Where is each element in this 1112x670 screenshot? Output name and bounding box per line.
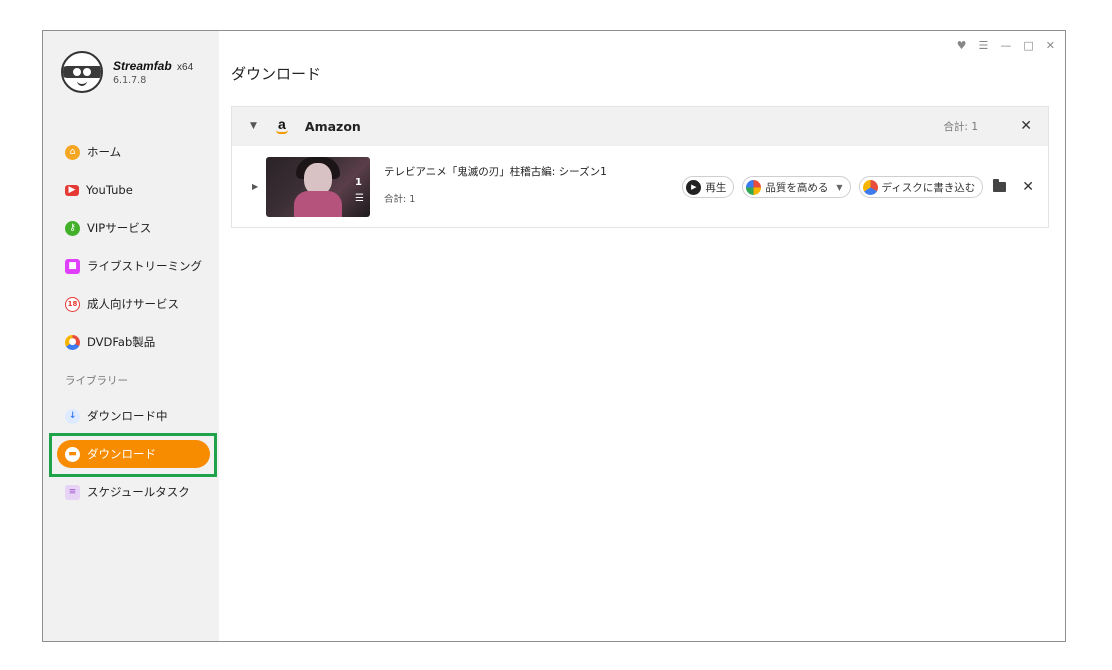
app-arch: x64 xyxy=(177,61,194,73)
sidebar-item-adult[interactable]: 18 成人向けサービス xyxy=(43,285,219,323)
library-section-label: ライブラリー xyxy=(65,374,128,387)
item-title: テレビアニメ「鬼滅の刃」柱稽古編: シーズン1 xyxy=(384,166,607,178)
skin-icon[interactable]: ♥ xyxy=(957,39,967,52)
sidebar-item-label: ダウンロード中 xyxy=(87,409,168,423)
sidebar-item-schedule[interactable]: ≡ スケジュールタスク xyxy=(43,473,219,511)
enhance-quality-button[interactable]: 品質を高める ▼ xyxy=(742,176,851,198)
download-arrow-icon: ↓ xyxy=(65,408,80,424)
dvdfab-icon: ● xyxy=(65,334,80,350)
sidebar-item-label: スケジュールタスク xyxy=(87,485,190,499)
group-name: Amazon xyxy=(304,118,361,134)
group-close-icon[interactable]: ✕ xyxy=(1020,118,1032,134)
episode-list-icon: ☰ xyxy=(355,193,364,204)
item-total: 合計: 1 xyxy=(384,194,416,205)
group-total: 合計: 1 xyxy=(943,120,978,133)
play-button[interactable]: ▶ 再生 xyxy=(682,176,735,198)
remove-item-icon[interactable]: ✕ xyxy=(1022,179,1034,195)
folder-icon: ▬ xyxy=(65,446,80,462)
window-controls: ♥ ☰ — □ ✕ xyxy=(957,39,1055,52)
sidebar-item-downloaded[interactable]: ▬ ダウンロード xyxy=(43,433,219,477)
burn-to-disc-button[interactable]: ディスクに書き込む xyxy=(858,176,984,198)
youtube-icon: ▶ xyxy=(65,184,79,196)
play-icon: ▶ xyxy=(686,179,702,195)
sidebar-item-label: ホーム xyxy=(87,145,122,159)
page-title: ダウンロード xyxy=(231,65,322,83)
sidebar-item-dvdfab[interactable]: ● DVDFab製品 xyxy=(43,323,219,361)
video-thumbnail[interactable]: 1 ☰ xyxy=(266,157,370,217)
menu-icon[interactable]: ☰ xyxy=(979,39,989,52)
download-group-amazon: ▼ a Amazon 合計: 1 ✕ ▶ 1 ☰ テレビアニメ「鬼滅の刃」柱稽古… xyxy=(231,106,1049,228)
sidebar-item-live-streaming[interactable]: ■ ライブストリーミング xyxy=(43,247,219,285)
sidebar: Streamfab x64 6.1.7.8 ⌂ ホーム ▶ YouTube ⚷ … xyxy=(43,31,219,641)
group-header[interactable]: ▼ a Amazon 合計: 1 ✕ xyxy=(232,107,1048,145)
active-nav-pill[interactable]: ▬ ダウンロード xyxy=(57,440,210,468)
sidebar-nav: ⌂ ホーム ▶ YouTube ⚷ VIPサービス ■ ライブストリーミング 1… xyxy=(43,133,219,511)
amazon-logo-icon: a xyxy=(273,117,291,135)
brand: Streamfab x64 6.1.7.8 xyxy=(61,51,193,93)
chevron-down-icon[interactable]: ▼ xyxy=(836,183,842,192)
sidebar-item-downloading[interactable]: ↓ ダウンロード中 xyxy=(43,397,219,435)
open-folder-icon[interactable] xyxy=(993,179,1007,192)
sidebar-item-label: ライブストリーミング xyxy=(87,259,202,273)
sidebar-item-label: VIPサービス xyxy=(87,221,152,235)
episode-count: 1 xyxy=(355,177,362,188)
collapse-caret-icon[interactable]: ▼ xyxy=(250,121,257,131)
app-version: 6.1.7.8 xyxy=(113,74,147,86)
enhance-quality-icon xyxy=(746,179,762,195)
burn-to-disc-label: ディスクに書き込む xyxy=(881,181,976,194)
item-actions: ▶ 再生 品質を高める ▼ ディスクに書き込む ✕ xyxy=(682,176,1034,198)
sidebar-item-home[interactable]: ⌂ ホーム xyxy=(43,133,219,171)
play-label: 再生 xyxy=(705,181,727,194)
expand-caret-icon[interactable]: ▶ xyxy=(252,182,258,191)
close-window-icon[interactable]: ✕ xyxy=(1046,39,1055,52)
minimize-icon[interactable]: — xyxy=(1000,39,1011,52)
key-icon: ⚷ xyxy=(65,220,80,236)
app-window: Streamfab x64 6.1.7.8 ⌂ ホーム ▶ YouTube ⚷ … xyxy=(42,30,1066,642)
main-panel: ♥ ☰ — □ ✕ ダウンロード ▼ a Amazon 合計: 1 ✕ ▶ 1 xyxy=(219,31,1065,641)
sidebar-item-label: 成人向けサービス xyxy=(87,297,179,311)
schedule-list-icon: ≡ xyxy=(65,484,80,500)
sidebar-item-label: ダウンロード xyxy=(87,447,156,461)
sidebar-item-youtube[interactable]: ▶ YouTube xyxy=(43,171,219,209)
list-item[interactable]: ▶ 1 ☰ テレビアニメ「鬼滅の刃」柱稽古編: シーズン1 合計: 1 ▶ 再生… xyxy=(232,145,1048,227)
disc-icon xyxy=(862,179,878,195)
adult-18-icon: 18 xyxy=(65,296,80,312)
sidebar-item-vip[interactable]: ⚷ VIPサービス xyxy=(43,209,219,247)
maximize-icon[interactable]: □ xyxy=(1023,39,1033,52)
enhance-quality-label: 品質を高める xyxy=(765,181,829,194)
home-icon: ⌂ xyxy=(65,144,80,160)
sidebar-item-label: YouTube xyxy=(86,183,133,197)
streamfab-logo-icon xyxy=(61,51,103,93)
video-camera-icon: ■ xyxy=(65,258,80,274)
app-name: Streamfab xyxy=(113,58,172,73)
sidebar-item-label: DVDFab製品 xyxy=(87,335,156,349)
